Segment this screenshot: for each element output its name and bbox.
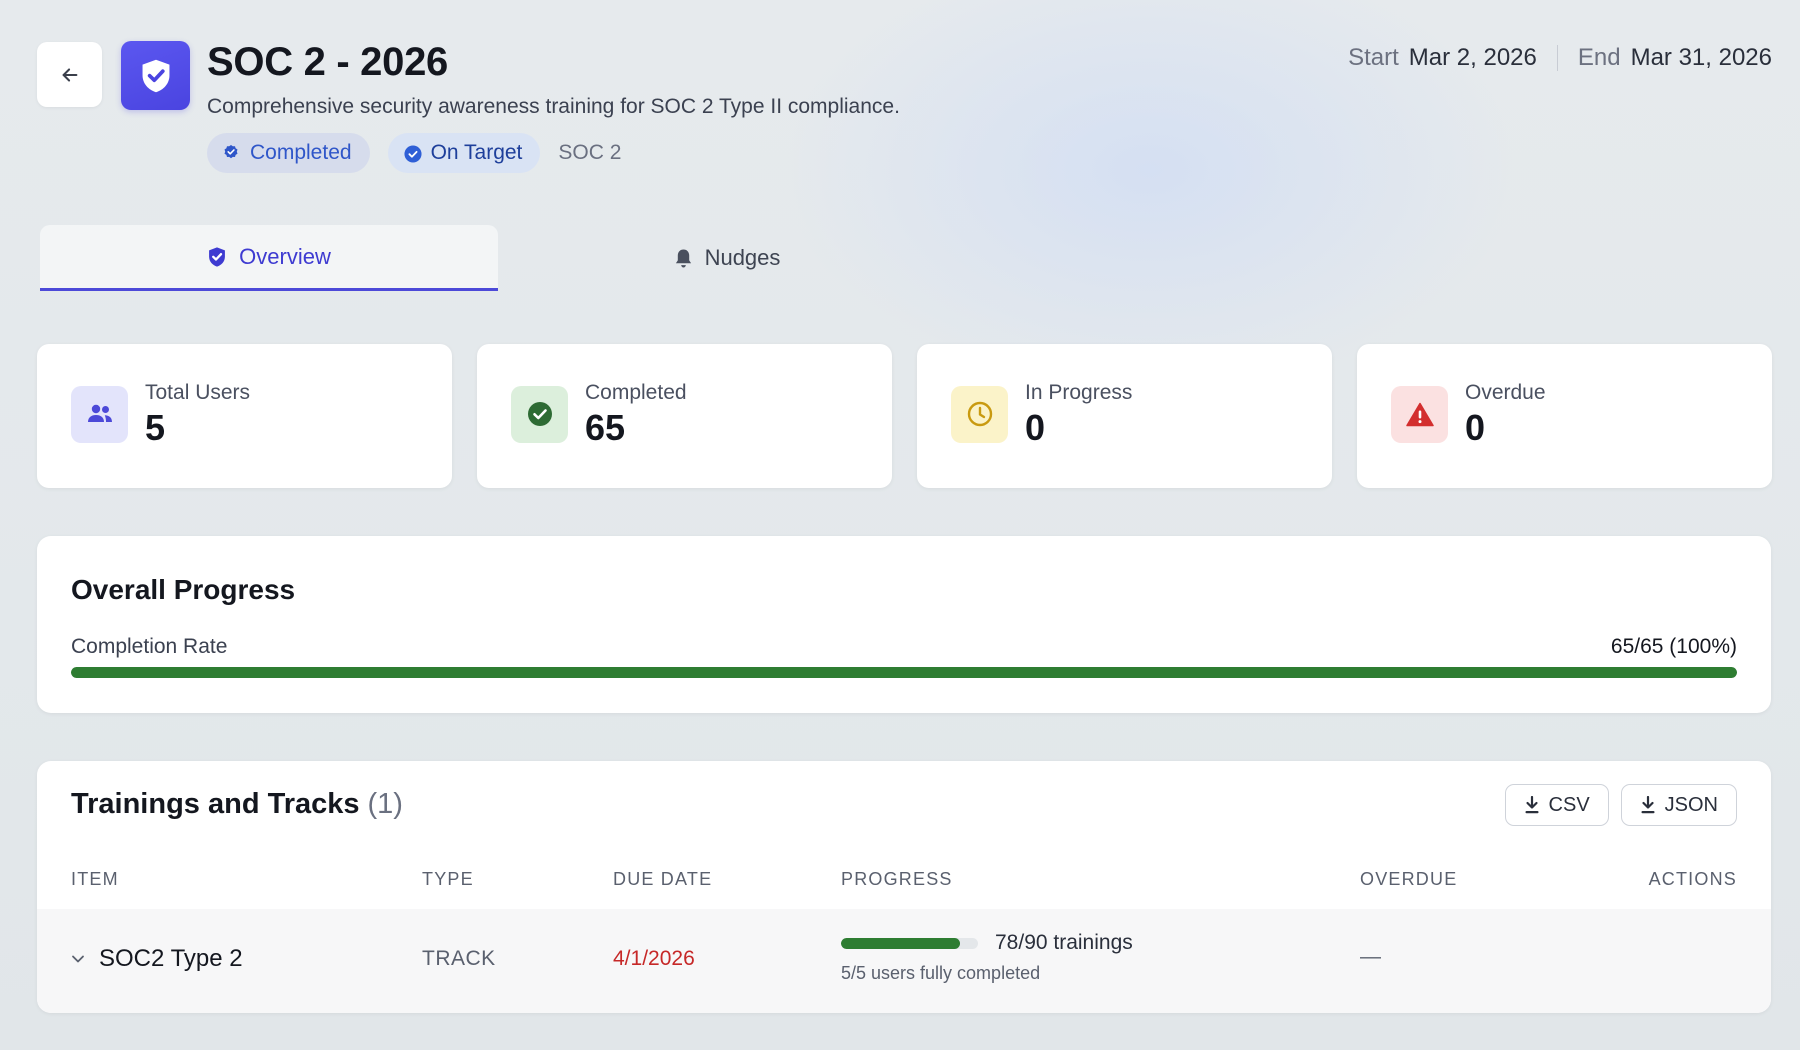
overall-progress-card: Overall Progress Completion Rate 65/65 (… [37, 536, 1771, 713]
column-header-type[interactable]: TYPE [422, 869, 474, 890]
shield-check-icon [209, 246, 226, 267]
tab-nudges-label: Nudges [704, 245, 781, 270]
back-button[interactable] [37, 42, 102, 107]
trainings-table-card: Trainings and Tracks (1) CSV JSON ITEM T… [37, 761, 1771, 1013]
completion-rate-label: Completion Rate [71, 635, 228, 658]
end-date: Mar 31, 2026 [1630, 44, 1772, 71]
export-json-button[interactable]: JSON [1620, 784, 1737, 826]
arrow-left-icon [62, 67, 77, 82]
start-date: Mar 2, 2026 [1408, 44, 1537, 71]
overall-progress-title: Overall Progress [71, 574, 296, 605]
column-header-actions: ACTIONS [1648, 869, 1737, 889]
bell-icon [675, 248, 691, 268]
stat-label: Total Users [145, 381, 251, 404]
completion-progress-bar [71, 667, 1737, 678]
stat-value: 0 [1465, 407, 1486, 448]
trainings-title: Trainings and Tracks (1) [71, 788, 403, 821]
column-header-progress[interactable]: PROGRESS [841, 869, 953, 890]
page-subtitle: Comprehensive security awareness trainin… [207, 95, 900, 118]
shield-check-icon [142, 59, 169, 92]
stat-card-in-progress: In Progress 0 [917, 344, 1332, 488]
target-badge-label: On Target [430, 141, 523, 164]
due-date-cell: 4/1/2026 [613, 947, 695, 970]
stat-value: 5 [145, 407, 166, 448]
stat-label: Overdue [1465, 381, 1546, 404]
tab-overview-label: Overview [239, 243, 331, 269]
completion-progress-fill [71, 667, 1737, 678]
column-header-due-date[interactable]: DUE DATE [613, 869, 712, 890]
row-progress-fill [841, 937, 960, 949]
date-divider [1556, 45, 1558, 71]
tab-nudges[interactable]: Nudges [498, 225, 956, 291]
type-cell: TRACK [422, 947, 496, 970]
export-csv-button[interactable]: CSV [1504, 784, 1609, 826]
export-csv-label: CSV [1548, 793, 1590, 816]
completion-rate-value: 65/65 (100%) [1610, 635, 1737, 658]
status-badge-label: Completed [250, 141, 352, 164]
check-circle-icon [404, 144, 422, 163]
stat-label: In Progress [1025, 381, 1133, 404]
page-title: SOC 2 - 2026 [207, 40, 448, 84]
export-buttons: CSV JSON [1504, 784, 1737, 826]
stat-value: 65 [585, 407, 626, 448]
target-badge: On Target [387, 133, 541, 173]
stat-label: Completed [585, 381, 687, 404]
stats-row: Total Users 5 Completed 65 In Progress 0… [37, 344, 1772, 488]
export-json-label: JSON [1664, 793, 1718, 816]
framework-tag: SOC 2 [558, 141, 622, 164]
status-badges: Completed On Target SOC 2 [207, 133, 621, 173]
stat-card-overdue: Overdue 0 [1357, 344, 1772, 488]
table-row[interactable]: SOC2 Type 2 TRACK 4/1/2026 78/90 trainin… [37, 909, 1771, 1013]
overdue-cell: — [1360, 945, 1381, 968]
date-range: Start Mar 2, 2026 End Mar 31, 2026 [1348, 44, 1772, 72]
start-label: Start [1348, 44, 1399, 71]
trainings-title-text: Trainings and Tracks [71, 788, 360, 820]
stat-card-total-users: Total Users 5 [37, 344, 452, 488]
item-name: SOC2 Type 2 [99, 945, 243, 972]
column-header-item[interactable]: ITEM [71, 869, 119, 890]
chevron-down-icon[interactable] [71, 954, 85, 964]
check-circle-icon [223, 144, 241, 162]
row-progress-text: 78/90 trainings [995, 931, 1133, 954]
trainings-count: (1) [367, 788, 403, 820]
check-circle-icon [511, 385, 568, 443]
row-progress-subtext: 5/5 users fully completed [841, 963, 1041, 983]
end-label: End [1577, 44, 1621, 71]
download-icon [1525, 796, 1539, 814]
campaign-logo [121, 41, 190, 110]
progress-cell: 78/90 trainings 5/5 users fully complete… [841, 931, 1133, 984]
users-icon [71, 385, 128, 443]
stat-value: 0 [1025, 407, 1046, 448]
download-icon [1641, 796, 1655, 814]
row-progress-bar [841, 937, 978, 949]
tab-overview[interactable]: Overview [40, 225, 498, 291]
warning-triangle-icon [1391, 385, 1448, 443]
status-badge: Completed [207, 133, 370, 173]
item-cell: SOC2 Type 2 [71, 945, 243, 973]
clock-icon [951, 385, 1008, 443]
stat-card-completed: Completed 65 [477, 344, 892, 488]
tab-bar: Overview Nudges [40, 225, 956, 291]
column-header-overdue[interactable]: OVERDUE [1360, 869, 1457, 890]
